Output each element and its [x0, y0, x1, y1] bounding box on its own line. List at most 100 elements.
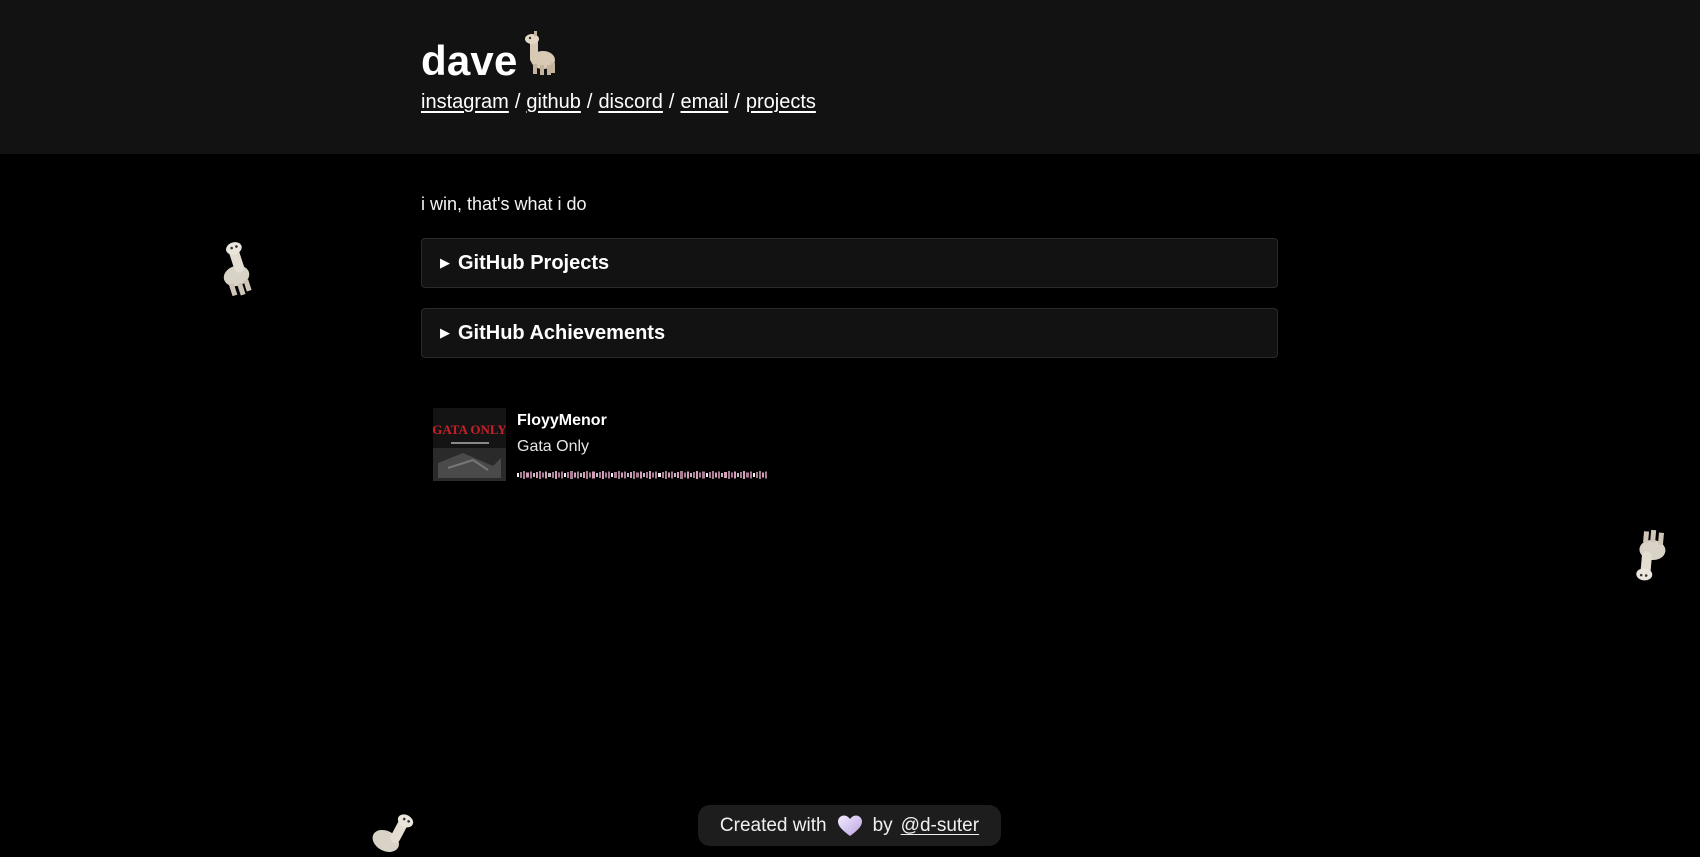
waveform-bar: [662, 472, 664, 478]
waveform-bar: [564, 473, 566, 477]
waveform-bar: [592, 471, 595, 479]
disclosure-triangle-icon: ▶: [440, 255, 450, 270]
waveform-bar: [536, 472, 538, 478]
waveform-bar: [684, 472, 686, 478]
waveform-bar: [643, 473, 645, 477]
waveform-bar: [552, 472, 554, 478]
nav-separator: /: [734, 91, 740, 113]
waveform-bar: [762, 472, 764, 478]
waveform-bar: [712, 471, 714, 479]
waveform-bar: [539, 471, 541, 479]
nav-separator: /: [514, 91, 521, 113]
waveform-bar: [734, 471, 736, 479]
waveform-bar: [627, 473, 629, 477]
waveform-bar: [633, 471, 635, 479]
site-title: dave: [421, 30, 558, 92]
github-achievements-toggle[interactable]: ▶ GitHub Achievements: [421, 308, 1278, 358]
waveform-bar: [721, 473, 723, 477]
footer-prefix: Created with: [719, 814, 827, 836]
waveform-bar: [558, 472, 560, 478]
waveform-bar: [526, 472, 529, 478]
waveform-bar: [715, 472, 717, 478]
waveform-bar: [614, 472, 617, 478]
nav-link-github[interactable]: github: [526, 91, 581, 113]
waveform-bar: [517, 473, 519, 477]
waveform-bar: [608, 471, 610, 479]
waveform-bar: [548, 473, 551, 477]
waveform-bar: [750, 471, 752, 479]
site-title-text: dave: [421, 37, 518, 84]
github-projects-toggle[interactable]: ▶ GitHub Projects: [421, 238, 1278, 288]
nav-link-email[interactable]: email: [680, 91, 728, 113]
album-art-text: GATA ONLY: [433, 422, 506, 437]
waveform-bar: [652, 472, 654, 478]
waveform-bar: [530, 471, 532, 479]
waveform-bar: [567, 472, 569, 478]
now-playing-widget[interactable]: GATA ONLY FloyyMenor Gata Only: [433, 408, 793, 482]
waveform-bar: [589, 472, 591, 478]
waveform-bar: [646, 472, 648, 478]
waveform-bar: [702, 471, 705, 479]
now-playing-track: Gata Only: [517, 438, 590, 455]
waveform-bar: [586, 471, 588, 479]
waveform-bar: [724, 472, 727, 478]
floating-llama-icon: [368, 808, 420, 857]
waveform-bar: [520, 472, 522, 478]
waveform-bar: [577, 471, 579, 479]
header: dave instagram / github / discord / email / proj…: [0, 0, 1700, 154]
disclosure-triangle-icon: ▶: [440, 325, 450, 340]
now-playing-artist: FloyyMenor: [517, 412, 607, 429]
waveform-bar: [655, 471, 657, 479]
waveform-bar: [687, 471, 689, 479]
waveform-bar: [561, 471, 563, 479]
waveform-bar: [728, 471, 730, 479]
waveform-bar: [693, 472, 695, 478]
waveform-bar: [636, 472, 639, 478]
waveform-bar: [624, 471, 626, 479]
floating-llama-icon: [212, 238, 258, 303]
footer-author-link[interactable]: @d-suter: [901, 815, 979, 837]
nav-link-instagram[interactable]: instagram: [421, 91, 509, 113]
heart-icon: [837, 814, 863, 838]
nav-separator: /: [668, 91, 675, 113]
footer-by: by: [872, 814, 893, 836]
waveform-bar: [759, 471, 761, 479]
github-achievements-label: GitHub Achievements: [458, 321, 666, 344]
waveform-bar: [674, 473, 676, 477]
nav-link-discord[interactable]: discord: [598, 91, 662, 113]
waveform-bar: [602, 471, 604, 479]
waveform-bar: [740, 472, 742, 478]
waveform-bar: [665, 471, 667, 479]
waveform-bar: [753, 473, 755, 477]
waveform-bar: [533, 473, 535, 477]
waveform-bar: [731, 472, 733, 478]
llama-icon: [522, 30, 558, 92]
waveform-bar: [542, 472, 544, 478]
audio-waveform: [517, 471, 767, 479]
waveform-bar: [743, 471, 745, 479]
waveform-bar: [605, 472, 607, 478]
social-nav: instagram / github / discord / email / projects: [421, 88, 816, 116]
waveform-bar: [618, 471, 620, 479]
nav-link-projects[interactable]: projects: [746, 91, 816, 113]
album-art: GATA ONLY: [433, 408, 506, 481]
waveform-bar: [555, 471, 557, 479]
nav-separator: /: [586, 91, 593, 113]
waveform-bar: [696, 471, 698, 479]
waveform-bar: [599, 472, 601, 478]
waveform-bar: [658, 473, 661, 477]
waveform-bar: [706, 473, 708, 477]
waveform-bar: [737, 473, 739, 477]
github-projects-label: GitHub Projects: [458, 251, 610, 274]
waveform-bar: [523, 471, 525, 479]
waveform-bar: [545, 471, 547, 479]
waveform-bar: [677, 472, 679, 478]
waveform-bar: [611, 473, 613, 477]
waveform-bar: [668, 472, 670, 478]
waveform-bar: [680, 471, 683, 479]
floating-llama-icon: [1630, 524, 1674, 591]
waveform-bar: [596, 473, 598, 477]
waveform-bar: [765, 471, 767, 479]
waveform-bar: [583, 472, 585, 478]
waveform-bar: [690, 473, 692, 477]
